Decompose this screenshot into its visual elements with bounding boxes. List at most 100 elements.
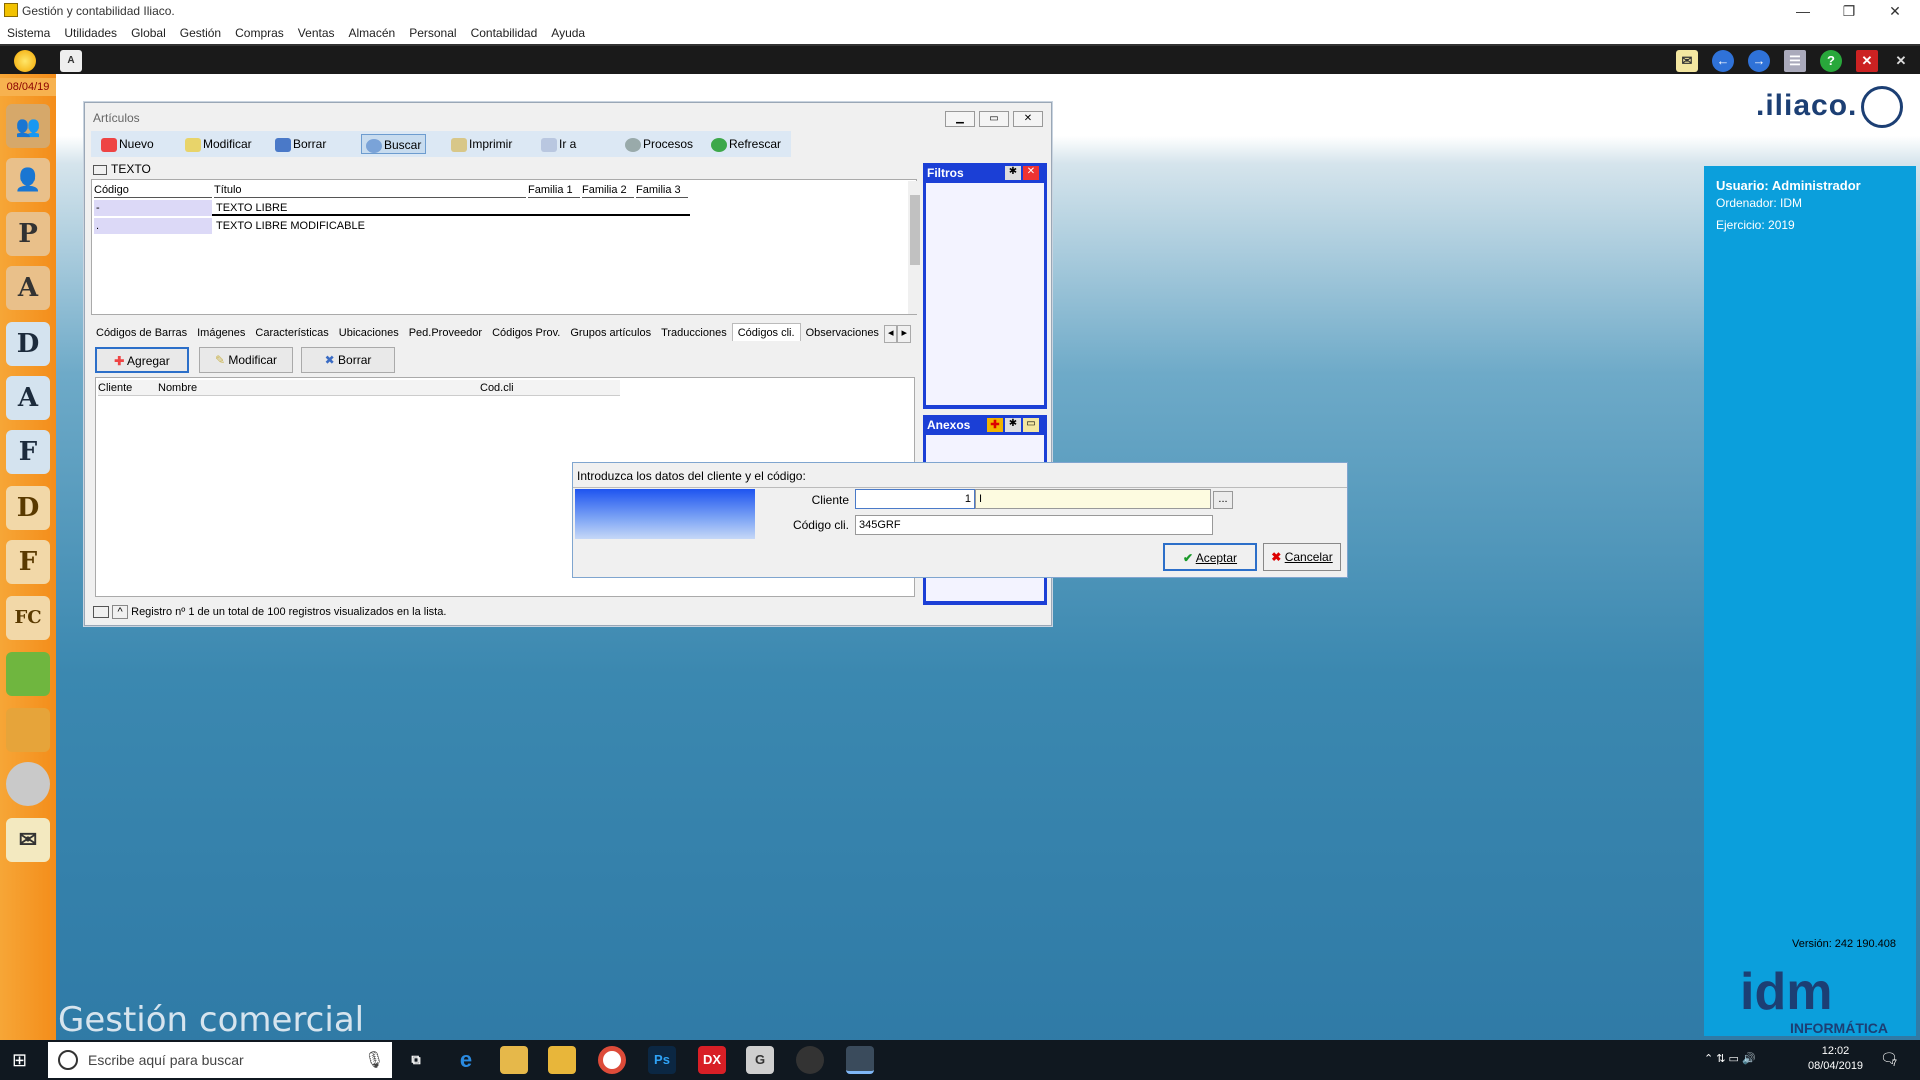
home-orb-icon[interactable] bbox=[14, 50, 36, 72]
back-arrow-icon[interactable]: ← bbox=[1712, 50, 1734, 72]
modificar-button[interactable]: Modificar bbox=[181, 134, 256, 154]
f-icon[interactable]: F bbox=[6, 430, 50, 474]
aceptar-button[interactable]: ✔ Aceptar bbox=[1163, 543, 1257, 571]
user-p-icon[interactable]: P bbox=[6, 212, 50, 256]
box-green-icon[interactable] bbox=[6, 652, 50, 696]
tab-codigos-cli[interactable]: Códigos cli. bbox=[731, 323, 801, 341]
user-icon[interactable]: 👤 bbox=[6, 158, 50, 202]
cancelar-button[interactable]: ✖ Cancelar bbox=[1263, 543, 1341, 571]
sub-borrar-button[interactable]: ✖ Borrar bbox=[301, 347, 395, 373]
scroll-thumb[interactable] bbox=[910, 195, 920, 265]
nuevo-button[interactable]: Nuevo bbox=[97, 134, 158, 154]
exit-icon[interactable]: ✕ bbox=[1890, 50, 1912, 72]
help-icon[interactable]: ? bbox=[1820, 50, 1842, 72]
col-cod-cli[interactable]: Cod.cli bbox=[480, 380, 620, 396]
cliente-name-input[interactable]: I bbox=[975, 489, 1211, 509]
col-familia1[interactable]: Familia 1 bbox=[528, 182, 580, 198]
filter-settings-icon[interactable]: ✱ bbox=[1005, 166, 1021, 180]
close-window-icon[interactable]: ✕ bbox=[1856, 50, 1878, 72]
tab-traducciones[interactable]: Traducciones bbox=[656, 324, 732, 342]
d-icon[interactable]: D bbox=[6, 322, 50, 366]
menu-contabilidad[interactable]: Contabilidad bbox=[464, 22, 545, 40]
close-button[interactable]: ✕ bbox=[1872, 0, 1918, 22]
table-row[interactable]: . TEXTO LIBRE MODIFICABLE bbox=[94, 218, 690, 234]
tab-caracteristicas[interactable]: Características bbox=[250, 324, 333, 342]
close-icon[interactable]: ✕ bbox=[1023, 166, 1039, 180]
col-titulo[interactable]: Título bbox=[214, 182, 526, 198]
gestion-app-icon[interactable]: G bbox=[746, 1046, 774, 1074]
cliente-code-input[interactable]: 1 bbox=[855, 489, 975, 509]
a-icon[interactable]: A bbox=[6, 376, 50, 420]
imprimir-button[interactable]: Imprimir bbox=[447, 134, 516, 154]
grid-scrollbar[interactable] bbox=[908, 181, 922, 314]
calendar-icon[interactable]: A bbox=[60, 50, 82, 72]
refrescar-button[interactable]: Refrescar bbox=[707, 134, 785, 154]
tab-codigos-barras[interactable]: Códigos de Barras bbox=[91, 324, 192, 342]
table-row[interactable]: - TEXTO LIBRE bbox=[94, 200, 690, 216]
agregar-button[interactable]: ✚ Agregar bbox=[95, 347, 189, 373]
win-maximize-button[interactable]: ▭ bbox=[979, 111, 1009, 127]
file-explorer-icon[interactable] bbox=[548, 1046, 576, 1074]
sub-modificar-button[interactable]: ✎ Modificar bbox=[199, 347, 293, 373]
chrome-icon[interactable] bbox=[598, 1046, 626, 1074]
f2-icon[interactable]: F bbox=[6, 540, 50, 584]
tab-ubicaciones[interactable]: Ubicaciones bbox=[334, 324, 404, 342]
iliaco-active-icon[interactable] bbox=[846, 1046, 874, 1074]
buscar-button[interactable]: Buscar bbox=[361, 134, 427, 154]
box-yellow-icon[interactable] bbox=[6, 708, 50, 752]
col-nombre[interactable]: Nombre bbox=[158, 380, 480, 396]
menu-sistema[interactable]: Sistema bbox=[0, 22, 57, 40]
tab-grupos-articulos[interactable]: Grupos artículos bbox=[565, 324, 656, 342]
tab-scroll-left-icon[interactable]: ◂ bbox=[883, 325, 898, 343]
restore-button[interactable]: ❐ bbox=[1826, 0, 1872, 22]
col-familia3[interactable]: Familia 3 bbox=[636, 182, 688, 198]
procesos-button[interactable]: Procesos bbox=[621, 134, 697, 154]
clients-icon[interactable]: 👥 bbox=[6, 104, 50, 148]
app-circle-icon[interactable] bbox=[796, 1046, 824, 1074]
mail-sidebar-icon[interactable]: ✉ bbox=[6, 818, 50, 862]
forward-arrow-icon[interactable]: → bbox=[1748, 50, 1770, 72]
taskbar-clock[interactable]: 12:02 08/04/2019 bbox=[1808, 1044, 1863, 1074]
col-cliente[interactable]: Cliente bbox=[98, 380, 158, 396]
windows-icon[interactable]: ☰ bbox=[1784, 50, 1806, 72]
win-minimize-button[interactable]: ▁ bbox=[945, 111, 975, 127]
menu-almacen[interactable]: Almacén bbox=[342, 22, 403, 40]
win-close-button[interactable]: ✕ bbox=[1013, 111, 1043, 127]
minimize-button[interactable]: — bbox=[1780, 0, 1826, 22]
task-view-icon[interactable]: ⧉ bbox=[402, 1046, 430, 1074]
menu-global[interactable]: Global bbox=[124, 22, 173, 40]
tab-scroll-right-icon[interactable]: ▸ bbox=[897, 325, 911, 343]
browse-cliente-button[interactable]: ... bbox=[1213, 491, 1233, 509]
mail-icon[interactable]: ✉ bbox=[1676, 50, 1698, 72]
microphone-icon[interactable]: 🎙 bbox=[364, 1050, 384, 1070]
col-codigo[interactable]: Código bbox=[94, 182, 212, 198]
tab-codigos-prov[interactable]: Códigos Prov. bbox=[487, 324, 565, 342]
menu-ayuda[interactable]: Ayuda bbox=[544, 22, 592, 40]
keyboard-icon[interactable] bbox=[93, 606, 109, 619]
tray-icons[interactable]: ⌃ ⇅ ▭ 🔊 bbox=[1704, 1052, 1756, 1065]
chevron-up-icon[interactable]: ^ bbox=[112, 605, 129, 620]
borrar-button[interactable]: Borrar bbox=[271, 134, 330, 154]
codigo-cli-input[interactable]: 345GRF bbox=[855, 515, 1213, 535]
tab-ped-proveedor[interactable]: Ped.Proveedor bbox=[404, 324, 487, 342]
tab-imagenes[interactable]: Imágenes bbox=[192, 324, 250, 342]
annex-settings-icon[interactable]: ✱ bbox=[1005, 418, 1021, 432]
dx-icon[interactable]: DX bbox=[698, 1046, 726, 1074]
taskbar-search[interactable]: Escribe aquí para buscar bbox=[48, 1042, 392, 1078]
folder-icon[interactable]: ▭ bbox=[1023, 418, 1039, 432]
menu-personal[interactable]: Personal bbox=[402, 22, 463, 40]
menu-compras[interactable]: Compras bbox=[228, 22, 291, 40]
photoshop-icon[interactable]: Ps bbox=[648, 1046, 676, 1074]
cd-icon[interactable] bbox=[6, 762, 50, 806]
windows-start-icon[interactable]: ⊞ bbox=[12, 1050, 32, 1070]
d2-icon[interactable]: D bbox=[6, 486, 50, 530]
menu-gestion[interactable]: Gestión bbox=[173, 22, 228, 40]
tab-observaciones[interactable]: Observaciones bbox=[801, 324, 884, 342]
user-a-icon[interactable]: A bbox=[6, 266, 50, 310]
col-familia2[interactable]: Familia 2 bbox=[582, 182, 634, 198]
menu-ventas[interactable]: Ventas bbox=[291, 22, 342, 40]
app-yellow-icon[interactable] bbox=[500, 1046, 528, 1074]
edge-icon[interactable]: e bbox=[452, 1046, 480, 1074]
ir-a-button[interactable]: Ir a bbox=[537, 134, 580, 154]
fc-icon[interactable]: FC bbox=[6, 596, 50, 640]
